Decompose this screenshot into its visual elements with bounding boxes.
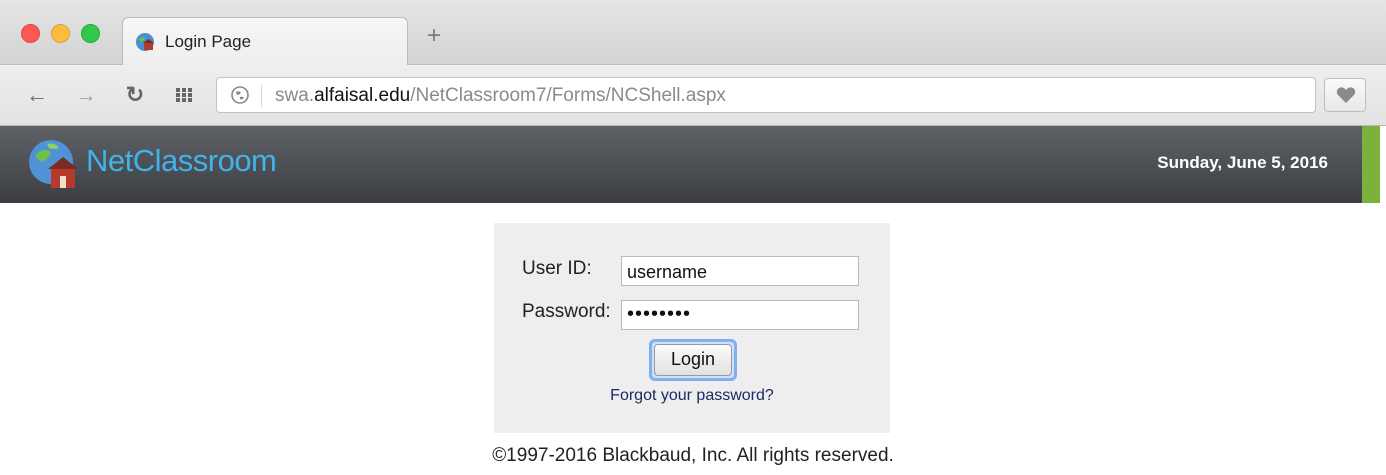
browser-window: Login Page + ← → ↻ swa.alfaisal.edu/NetC… [0,0,1386,475]
close-window-button[interactable] [21,24,40,43]
new-tab-button[interactable]: + [424,24,444,48]
forward-arrow-icon[interactable]: → [73,83,99,107]
tab-title: Login Page [165,32,252,51]
url-path: /NetClassroom7/Forms/NCShell.aspx [410,85,726,106]
tab-strip: Login Page + [0,0,1386,65]
user-id-field[interactable]: username [621,256,859,286]
browser-toolbar: ← → ↻ swa.alfaisal.edu/NetClassroom7/For… [0,65,1386,126]
address-bar[interactable]: swa.alfaisal.edu/NetClassroom7/Forms/NCS… [216,77,1316,113]
reload-icon[interactable]: ↻ [122,83,148,107]
site-name[interactable]: NetClassroom [86,143,277,179]
apps-grid-icon[interactable] [170,83,196,107]
address-divider [261,85,262,107]
copyright-text: ©1997-2016 Blackbaud, Inc. All rights re… [492,445,894,466]
tab-login-page[interactable]: Login Page [122,17,408,65]
url-host: alfaisal.edu [314,85,411,106]
netclassroom-globe-icon [135,32,155,52]
header-accent-strip [1362,126,1380,203]
user-id-label: User ID: [522,258,592,279]
netclassroom-logo-icon [27,138,79,190]
login-button[interactable]: Login [649,339,737,381]
login-button-label: Login [654,344,732,376]
current-date: Sunday, June 5, 2016 [1157,153,1328,172]
zoom-window-button[interactable] [81,24,100,43]
site-info-icon[interactable] [231,86,249,104]
url-text[interactable]: swa.alfaisal.edu/NetClassroom7/Forms/NCS… [275,85,726,107]
bookmark-button[interactable] [1324,78,1366,112]
back-arrow-icon[interactable]: ← [24,83,50,107]
forgot-password-link[interactable]: Forgot your password? [494,387,890,405]
url-prefix: swa. [275,85,315,106]
minimize-window-button[interactable] [51,24,70,43]
login-form: User ID: username Password: •••••••• Log… [494,223,890,433]
password-field[interactable]: •••••••• [621,300,859,330]
password-label: Password: [522,301,611,322]
